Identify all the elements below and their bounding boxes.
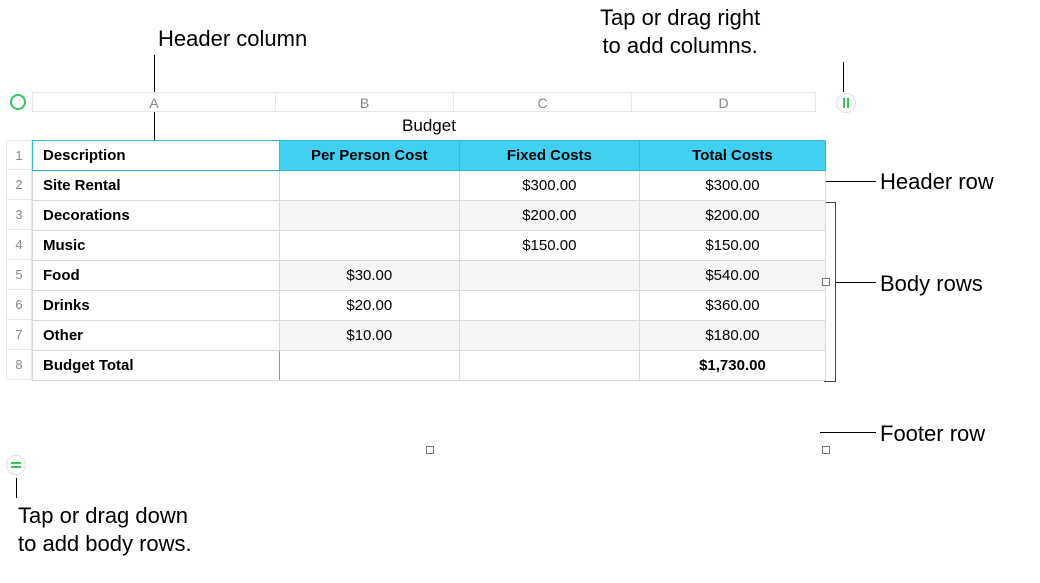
header-fixed[interactable]: Fixed Costs — [459, 141, 639, 171]
row-header-4[interactable]: 4 — [6, 230, 32, 260]
callout-add-columns: Tap or drag right to add columns. — [600, 4, 760, 59]
table-header-row: Description Per Person Cost Fixed Costs … — [33, 141, 826, 171]
row-header-6[interactable]: 6 — [6, 290, 32, 320]
cell-description[interactable]: Budget Total — [33, 351, 280, 381]
table-row: Food $30.00 $540.00 — [33, 261, 826, 291]
cell-total[interactable]: $150.00 — [639, 231, 825, 261]
cell-total[interactable]: $540.00 — [639, 261, 825, 291]
table-row: Drinks $20.00 $360.00 — [33, 291, 826, 321]
cell-per-person[interactable] — [279, 171, 459, 201]
callout-body-rows: Body rows — [880, 270, 983, 298]
cell-fixed[interactable] — [459, 351, 639, 381]
callout-add-body-rows: Tap or drag down to add body rows. — [18, 502, 192, 557]
cell-fixed[interactable]: $200.00 — [459, 201, 639, 231]
column-header-A[interactable]: A — [32, 92, 276, 112]
spreadsheet: A B C D 1 2 3 4 5 6 7 8 Budget Descripti… — [6, 92, 826, 381]
add-row-handle-icon[interactable] — [6, 455, 26, 475]
callout-footer-row: Footer row — [880, 420, 985, 448]
row-header-5[interactable]: 5 — [6, 260, 32, 290]
cell-total[interactable]: $180.00 — [639, 321, 825, 351]
header-per-person[interactable]: Per Person Cost — [279, 141, 459, 171]
cell-fixed[interactable] — [459, 321, 639, 351]
cell-per-person[interactable]: $20.00 — [279, 291, 459, 321]
resize-handle-icon[interactable] — [822, 446, 830, 454]
cell-fixed[interactable] — [459, 291, 639, 321]
cell-per-person[interactable] — [279, 201, 459, 231]
select-all-handle-icon[interactable] — [10, 94, 26, 110]
row-header-2[interactable]: 2 — [6, 170, 32, 200]
callout-line — [820, 432, 876, 433]
cell-total[interactable]: $1,730.00 — [639, 351, 825, 381]
row-header-1[interactable]: 1 — [6, 140, 32, 170]
callout-line — [16, 478, 17, 498]
table-row: Decorations $200.00 $200.00 — [33, 201, 826, 231]
table-row: Music $150.00 $150.00 — [33, 231, 826, 261]
row-header-8[interactable]: 8 — [6, 350, 32, 380]
resize-handle-icon[interactable] — [822, 278, 830, 286]
column-header-B[interactable]: B — [276, 92, 454, 112]
header-total[interactable]: Total Costs — [639, 141, 825, 171]
row-header-3[interactable]: 3 — [6, 200, 32, 230]
cell-fixed[interactable] — [459, 261, 639, 291]
add-column-handle-icon[interactable] — [836, 93, 856, 113]
table-footer-row: Budget Total $1,730.00 — [33, 351, 826, 381]
column-header-C[interactable]: C — [454, 92, 632, 112]
row-header-bar: 1 2 3 4 5 6 7 8 — [6, 112, 32, 381]
callout-line — [820, 181, 876, 182]
budget-table: Description Per Person Cost Fixed Costs … — [32, 140, 826, 381]
sheet-corner — [6, 92, 32, 112]
header-description[interactable]: Description — [33, 141, 280, 171]
cell-fixed[interactable]: $300.00 — [459, 171, 639, 201]
table-row: Other $10.00 $180.00 — [33, 321, 826, 351]
row-header-7[interactable]: 7 — [6, 320, 32, 350]
table-area: Budget Description Per Person Cost Fixed… — [32, 112, 826, 381]
cell-description[interactable]: Drinks — [33, 291, 280, 321]
cell-per-person[interactable] — [279, 351, 459, 381]
callout-line — [836, 282, 876, 283]
cell-per-person[interactable]: $30.00 — [279, 261, 459, 291]
cell-description[interactable]: Food — [33, 261, 280, 291]
resize-handle-icon[interactable] — [426, 446, 434, 454]
cell-description[interactable]: Site Rental — [33, 171, 280, 201]
column-header-D[interactable]: D — [632, 92, 816, 112]
callout-header-row: Header row — [880, 168, 994, 196]
cell-description[interactable]: Decorations — [33, 201, 280, 231]
cell-description[interactable]: Other — [33, 321, 280, 351]
callout-header-column: Header column — [158, 25, 307, 53]
table-title[interactable]: Budget — [32, 112, 826, 140]
cell-description[interactable]: Music — [33, 231, 280, 261]
cell-total[interactable]: $300.00 — [639, 171, 825, 201]
cell-per-person[interactable]: $10.00 — [279, 321, 459, 351]
cell-total[interactable]: $200.00 — [639, 201, 825, 231]
table-row: Site Rental $300.00 $300.00 — [33, 171, 826, 201]
cell-per-person[interactable] — [279, 231, 459, 261]
cell-fixed[interactable]: $150.00 — [459, 231, 639, 261]
callout-line — [843, 62, 844, 92]
cell-total[interactable]: $360.00 — [639, 291, 825, 321]
column-header-bar: A B C D — [6, 92, 826, 112]
